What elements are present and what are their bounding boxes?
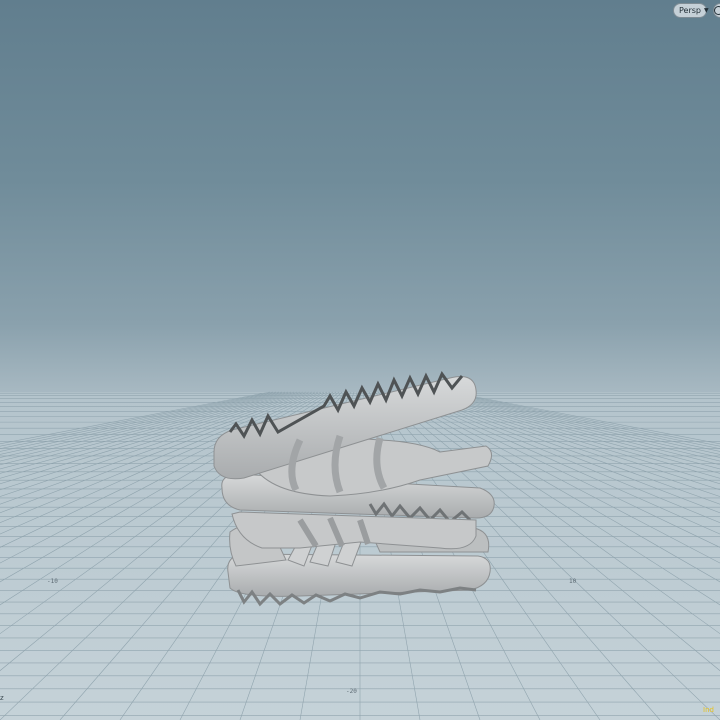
circle-icon <box>714 6 720 15</box>
3d-viewport[interactable]: -10 10 -20 Persp ▼ z Ind <box>0 0 720 720</box>
viewport-tag-label: Ind <box>703 706 714 714</box>
camera-view-dropdown[interactable]: Persp ▼ <box>673 3 709 18</box>
axis-marker: -20 <box>346 688 357 695</box>
camera-view-label: Persp <box>679 6 701 15</box>
axis-marker: 10 <box>569 578 577 585</box>
scene-render <box>0 370 720 720</box>
chevron-down-icon: ▼ <box>704 6 709 14</box>
axis-marker: -10 <box>47 578 58 585</box>
axis-corner-label: z <box>0 694 4 702</box>
